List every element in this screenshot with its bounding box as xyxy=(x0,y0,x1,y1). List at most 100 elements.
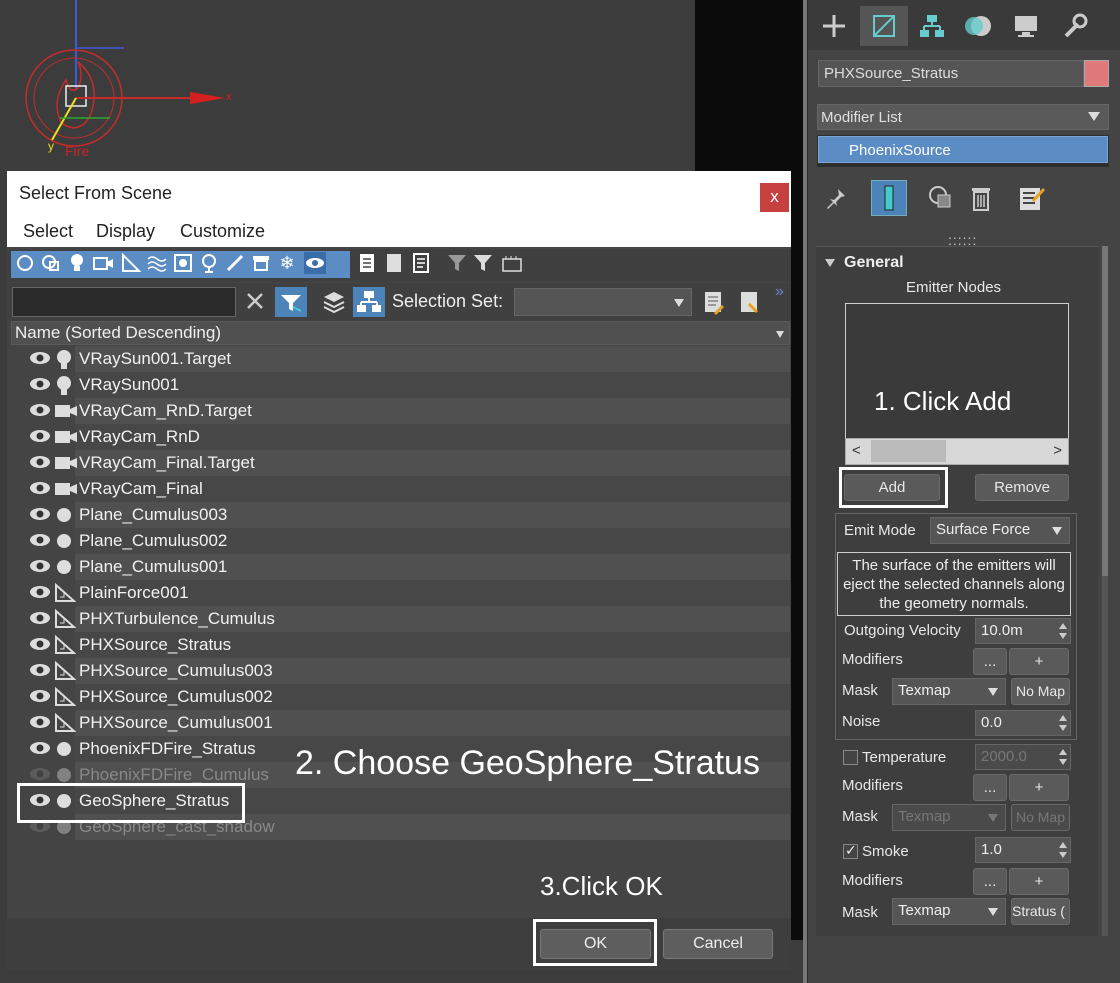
spinner-arrows-icon[interactable] xyxy=(1059,623,1067,639)
list-item[interactable]: Plane_Cumulus001 xyxy=(11,554,790,580)
pin-stack-icon[interactable] xyxy=(818,180,854,216)
eye-icon[interactable] xyxy=(29,663,51,682)
display-children-icon[interactable] xyxy=(501,252,523,274)
list-item[interactable]: PHXSource_Stratus xyxy=(11,632,790,658)
modifiers-more-button-2[interactable]: ... xyxy=(973,774,1007,801)
mask-map-button-1[interactable]: No Map xyxy=(1011,678,1070,705)
create-icon[interactable] xyxy=(810,6,858,46)
object-color-swatch[interactable] xyxy=(1084,60,1109,87)
outgoing-velocity-spinner[interactable]: 10.0m xyxy=(975,618,1071,644)
selection-set-dropdown[interactable] xyxy=(514,288,692,316)
eye-icon[interactable] xyxy=(29,377,51,396)
frozen-filter-icon[interactable]: ❄ xyxy=(276,252,298,274)
panel-scrollbar-thumb[interactable] xyxy=(1102,246,1108,576)
emitter-scroll-thumb[interactable] xyxy=(871,440,946,462)
modifiers-more-button-3[interactable]: ... xyxy=(973,868,1007,895)
eye-icon[interactable] xyxy=(29,585,51,604)
show-end-result-icon[interactable] xyxy=(871,180,907,216)
column-header-name[interactable]: Name (Sorted Descending) xyxy=(11,321,790,345)
sync-selection-icon[interactable] xyxy=(739,290,761,321)
eye-icon[interactable] xyxy=(29,715,51,734)
eye-icon[interactable] xyxy=(29,559,51,578)
remove-modifier-icon[interactable] xyxy=(963,180,999,216)
mask-map-button-3[interactable]: Stratus ( xyxy=(1011,898,1070,925)
list-item[interactable]: VRaySun001 xyxy=(11,372,790,398)
list-item[interactable]: PHXTurbulence_Cumulus xyxy=(11,606,790,632)
make-unique-icon[interactable] xyxy=(923,180,959,216)
eye-icon[interactable] xyxy=(29,403,51,422)
dialog-titlebar[interactable]: Select From Scene x xyxy=(7,171,791,216)
cancel-button[interactable]: Cancel xyxy=(663,929,773,959)
clear-search-icon[interactable] xyxy=(245,291,265,316)
invert-selection-icon[interactable] xyxy=(410,252,432,274)
eye-icon[interactable] xyxy=(29,351,51,370)
scroll-left-icon[interactable]: < xyxy=(852,442,861,459)
filter-funnel-icon[interactable] xyxy=(447,252,469,274)
bones-filter-icon[interactable] xyxy=(224,252,246,274)
general-rollout-title[interactable]: General xyxy=(844,254,904,272)
spinner-arrows-icon[interactable] xyxy=(1059,842,1067,858)
eye-icon[interactable] xyxy=(29,533,51,552)
hierarchy-view-icon[interactable] xyxy=(353,287,385,317)
xrefs-filter-icon[interactable] xyxy=(198,252,220,274)
modifiers-add-button-1[interactable]: + xyxy=(1009,648,1069,675)
find-as-type-icon[interactable] xyxy=(275,287,307,317)
hierarchy-icon[interactable] xyxy=(908,6,956,46)
mask-type-dropdown-3[interactable]: Texmap xyxy=(892,898,1006,925)
eye-icon[interactable] xyxy=(29,507,51,526)
eye-icon[interactable] xyxy=(29,689,51,708)
list-item[interactable]: VRayCam_Final xyxy=(11,476,790,502)
emit-mode-dropdown[interactable]: Surface Force xyxy=(930,517,1070,544)
noise-spinner[interactable]: 0.0 xyxy=(975,710,1071,736)
eye-icon[interactable] xyxy=(29,741,51,760)
list-item[interactable]: Plane_Cumulus002 xyxy=(11,528,790,554)
utilities-icon[interactable] xyxy=(1050,6,1098,46)
list-item[interactable]: VRayCam_RnD xyxy=(11,424,790,450)
list-item[interactable]: PlainForce001 xyxy=(11,580,790,606)
list-item[interactable]: PHXSource_Cumulus002 xyxy=(11,684,790,710)
spinner-arrows-icon[interactable] xyxy=(1059,749,1067,765)
motion-icon[interactable] xyxy=(954,6,1002,46)
modify-icon[interactable] xyxy=(860,6,908,46)
stack-item-phoenixsource[interactable]: PhoenixSource xyxy=(818,136,1108,163)
menu-select[interactable]: Select xyxy=(23,221,73,242)
list-item[interactable]: VRayCam_RnD.Target xyxy=(11,398,790,424)
list-item[interactable]: PHXSource_Cumulus003 xyxy=(11,658,790,684)
smoke-spinner[interactable]: 1.0 xyxy=(975,837,1071,863)
shapes-filter-icon[interactable] xyxy=(40,252,62,274)
close-button[interactable]: x xyxy=(760,183,789,212)
list-item[interactable]: VRaySun001.Target xyxy=(11,346,790,372)
hidden-filter-icon[interactable] xyxy=(304,252,326,274)
eye-icon[interactable] xyxy=(29,637,51,656)
helpers-filter-icon[interactable] xyxy=(120,252,142,274)
menu-display[interactable]: Display xyxy=(96,221,155,242)
cameras-filter-icon[interactable] xyxy=(93,252,115,274)
modifiers-add-button-3[interactable]: + xyxy=(1009,868,1069,895)
list-item[interactable]: PHXSource_Cumulus001 xyxy=(11,710,790,736)
spinner-arrows-icon[interactable] xyxy=(1059,715,1067,731)
expand-toolbar-icon[interactable]: » xyxy=(775,283,784,301)
filter-funnel-2-icon[interactable] xyxy=(473,252,495,274)
eye-icon[interactable] xyxy=(29,429,51,448)
temperature-checkbox[interactable] xyxy=(843,750,858,765)
modifiers-more-button-1[interactable]: ... xyxy=(973,648,1007,675)
select-none-icon[interactable] xyxy=(383,252,405,274)
remove-button[interactable]: Remove xyxy=(975,474,1069,501)
spacewarps-filter-icon[interactable] xyxy=(146,252,168,274)
object-name-field[interactable]: PHXSource_Stratus xyxy=(818,60,1084,87)
list-item[interactable]: VRayCam_Final.Target xyxy=(11,450,790,476)
menu-customize[interactable]: Customize xyxy=(180,221,265,242)
eye-icon[interactable] xyxy=(29,455,51,474)
configure-modifier-sets-icon[interactable] xyxy=(1014,180,1050,216)
lights-filter-icon[interactable] xyxy=(66,252,88,274)
groups-filter-icon[interactable] xyxy=(172,252,194,274)
rollout-collapse-icon[interactable] xyxy=(825,259,835,267)
geometry-filter-icon[interactable] xyxy=(14,252,36,274)
eye-icon[interactable] xyxy=(29,481,51,500)
scene-object-list[interactable]: VRaySun001.Target VRaySun001 VRayCam_RnD.T… xyxy=(11,346,790,916)
containers-filter-icon[interactable] xyxy=(250,252,272,274)
scroll-right-icon[interactable]: > xyxy=(1053,442,1062,459)
list-item[interactable]: Plane_Cumulus003 xyxy=(11,502,790,528)
search-input[interactable] xyxy=(12,287,236,317)
temperature-spinner[interactable]: 2000.0 xyxy=(975,744,1071,770)
